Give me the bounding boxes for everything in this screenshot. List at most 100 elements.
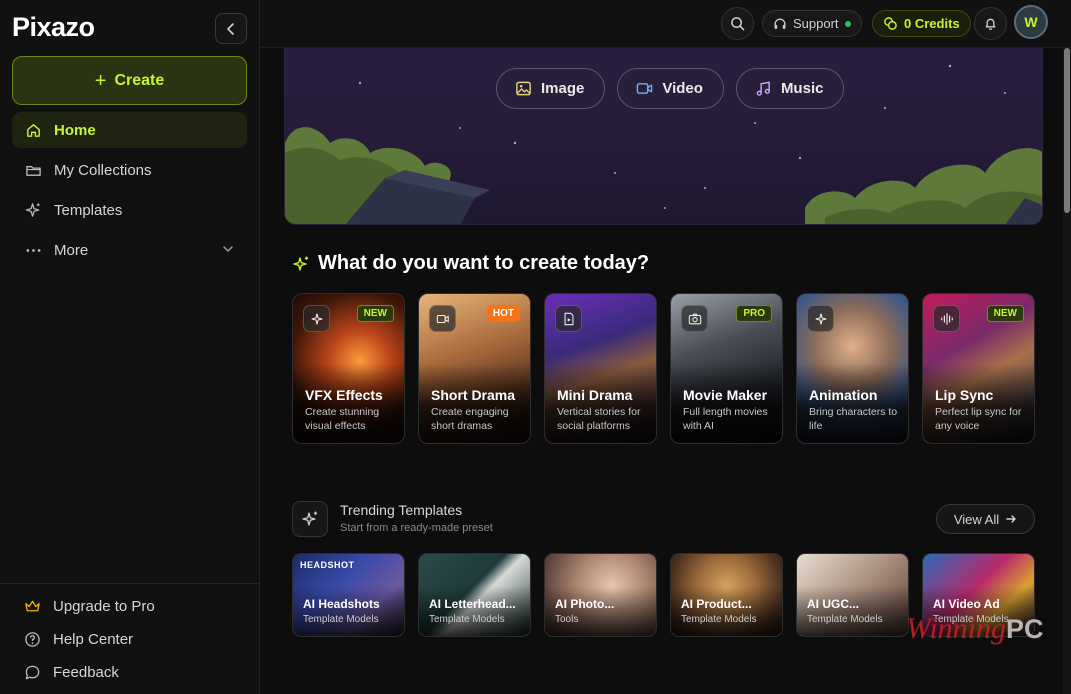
sidebar-item-more[interactable]: More bbox=[12, 232, 247, 268]
view-all-label: View All bbox=[953, 511, 1000, 527]
sidebar: Pixazo + Create Home My Collections Temp… bbox=[0, 0, 260, 694]
image-label: Image bbox=[541, 80, 585, 97]
headset-icon bbox=[774, 18, 786, 29]
card-description: Vertical stories for social platforms bbox=[557, 406, 641, 432]
support-label: Support bbox=[793, 16, 839, 31]
music-label: Music bbox=[780, 80, 824, 97]
sidebar-item-label: Templates bbox=[54, 201, 123, 219]
avatar-initial: W bbox=[1024, 14, 1038, 30]
card-title: VFX Effects bbox=[305, 387, 383, 403]
template-title: AI Video Ad bbox=[933, 597, 1000, 611]
sparkle-icon bbox=[303, 305, 330, 332]
card-vfx-effects[interactable]: NEW VFX Effects Create stunning visual e… bbox=[292, 293, 405, 444]
watermark-suffix: PC bbox=[1006, 614, 1044, 644]
card-shade bbox=[545, 586, 656, 636]
card-shade bbox=[671, 586, 782, 636]
card-description: Full length movies with AI bbox=[683, 406, 768, 432]
topbar: Support 0 Credits W bbox=[260, 0, 1071, 48]
video-mode-button[interactable]: Video bbox=[617, 68, 724, 109]
help-label: Help Center bbox=[53, 631, 134, 648]
help-icon bbox=[25, 632, 40, 647]
waveform-icon bbox=[933, 305, 960, 332]
feedback-label: Feedback bbox=[53, 664, 119, 681]
sidebar-item-label: My Collections bbox=[54, 161, 152, 179]
template-title: AI UGC... bbox=[807, 597, 860, 611]
sparkle-icon bbox=[807, 305, 834, 332]
card-title: Animation bbox=[809, 387, 878, 403]
search-button[interactable] bbox=[721, 7, 754, 40]
video-label: Video bbox=[662, 80, 703, 97]
user-avatar[interactable]: W bbox=[1014, 5, 1048, 39]
sidebar-item-home[interactable]: Home bbox=[12, 112, 247, 148]
feedback-link[interactable]: Feedback bbox=[12, 656, 247, 689]
music-mode-button[interactable]: Music bbox=[735, 68, 845, 109]
watermark-script: Winning bbox=[906, 612, 1007, 645]
template-ai-photo[interactable]: AI Photo... Tools bbox=[544, 553, 657, 637]
section-title: What do you want to create today? bbox=[318, 252, 650, 274]
music-icon bbox=[756, 81, 770, 96]
sidebar-nav: Home My Collections Templates More bbox=[12, 112, 247, 272]
image-mode-button[interactable]: Image bbox=[496, 68, 606, 109]
online-status-dot bbox=[844, 20, 851, 27]
template-title: AI Letterhead... bbox=[429, 597, 516, 611]
template-category: Tools bbox=[555, 614, 579, 625]
card-description: Perfect lip sync for any voice bbox=[935, 406, 1022, 432]
coins-icon bbox=[884, 17, 897, 30]
sidebar-item-my-collections[interactable]: My Collections bbox=[12, 152, 247, 188]
chevron-down-icon bbox=[223, 246, 233, 253]
credits-label: 0 Credits bbox=[904, 16, 960, 31]
bell-icon bbox=[985, 18, 996, 30]
view-all-button[interactable]: View All bbox=[936, 504, 1035, 534]
credits-button[interactable]: 0 Credits bbox=[872, 10, 971, 37]
create-section-heading: What do you want to create today? bbox=[292, 252, 649, 275]
help-center-link[interactable]: Help Center bbox=[12, 623, 247, 656]
chat-icon bbox=[25, 665, 40, 680]
trending-icon-box bbox=[292, 501, 328, 537]
media-type-switcher: Image Video Music bbox=[496, 68, 845, 109]
sparkles-icon bbox=[302, 511, 318, 526]
app-root: Pixazo + Create Home My Collections Temp… bbox=[0, 0, 1071, 694]
sparkles-icon bbox=[293, 256, 309, 271]
folder-icon bbox=[24, 161, 42, 179]
video-icon bbox=[429, 305, 456, 332]
template-category: Template Models bbox=[681, 614, 757, 625]
headshot-overlay-text: HEADSHOT bbox=[300, 560, 355, 570]
card-movie-maker[interactable]: PRO Movie Maker Full length movies with … bbox=[670, 293, 783, 444]
scrollbar-thumb[interactable] bbox=[1064, 48, 1070, 213]
support-button[interactable]: Support bbox=[762, 10, 862, 37]
create-cards: NEW VFX Effects Create stunning visual e… bbox=[292, 293, 1035, 444]
template-ai-ugc[interactable]: AI UGC... Template Models bbox=[796, 553, 909, 637]
plus-icon: + bbox=[94, 69, 107, 92]
sidebar-item-label: More bbox=[54, 241, 89, 259]
hero-banner: Image Video Music bbox=[284, 48, 1043, 225]
card-shade bbox=[293, 586, 404, 636]
card-description: Bring characters to life bbox=[809, 406, 898, 432]
search-icon bbox=[731, 17, 745, 31]
template-ai-headshots[interactable]: HEADSHOT AI Headshots Template Models bbox=[292, 553, 405, 637]
notifications-button[interactable] bbox=[974, 7, 1007, 40]
create-label: Create bbox=[114, 71, 165, 89]
new-badge: NEW bbox=[986, 305, 1024, 322]
sidebar-item-label: Home bbox=[54, 121, 96, 139]
card-mini-drama[interactable]: Mini Drama Vertical stories for social p… bbox=[544, 293, 657, 444]
collapse-sidebar-button[interactable] bbox=[215, 13, 247, 44]
upgrade-label: Upgrade to Pro bbox=[53, 598, 155, 615]
card-title: Movie Maker bbox=[683, 387, 768, 403]
create-button[interactable]: + Create bbox=[12, 56, 247, 105]
pro-badge: PRO bbox=[736, 305, 772, 322]
sparkles-icon bbox=[24, 201, 42, 219]
template-category: Template Models bbox=[807, 614, 883, 625]
card-title: Short Drama bbox=[431, 387, 516, 403]
template-ai-product[interactable]: AI Product... Template Models bbox=[670, 553, 783, 637]
upgrade-to-pro-link[interactable]: Upgrade to Pro bbox=[12, 590, 247, 623]
dots-icon bbox=[24, 241, 42, 259]
card-animation[interactable]: Animation Bring characters to life bbox=[796, 293, 909, 444]
pixazo-logo[interactable]: Pixazo bbox=[12, 12, 95, 43]
page-scrollbar[interactable] bbox=[1063, 48, 1071, 694]
card-short-drama[interactable]: HOT Short Drama Create engaging short dr… bbox=[418, 293, 531, 444]
trending-title: Trending Templates bbox=[340, 502, 463, 518]
image-icon bbox=[516, 81, 531, 96]
card-lip-sync[interactable]: NEW Lip Sync Perfect lip sync for any vo… bbox=[922, 293, 1035, 444]
template-ai-letterhead[interactable]: AI Letterhead... Template Models bbox=[418, 553, 531, 637]
sidebar-item-templates[interactable]: Templates bbox=[12, 192, 247, 228]
